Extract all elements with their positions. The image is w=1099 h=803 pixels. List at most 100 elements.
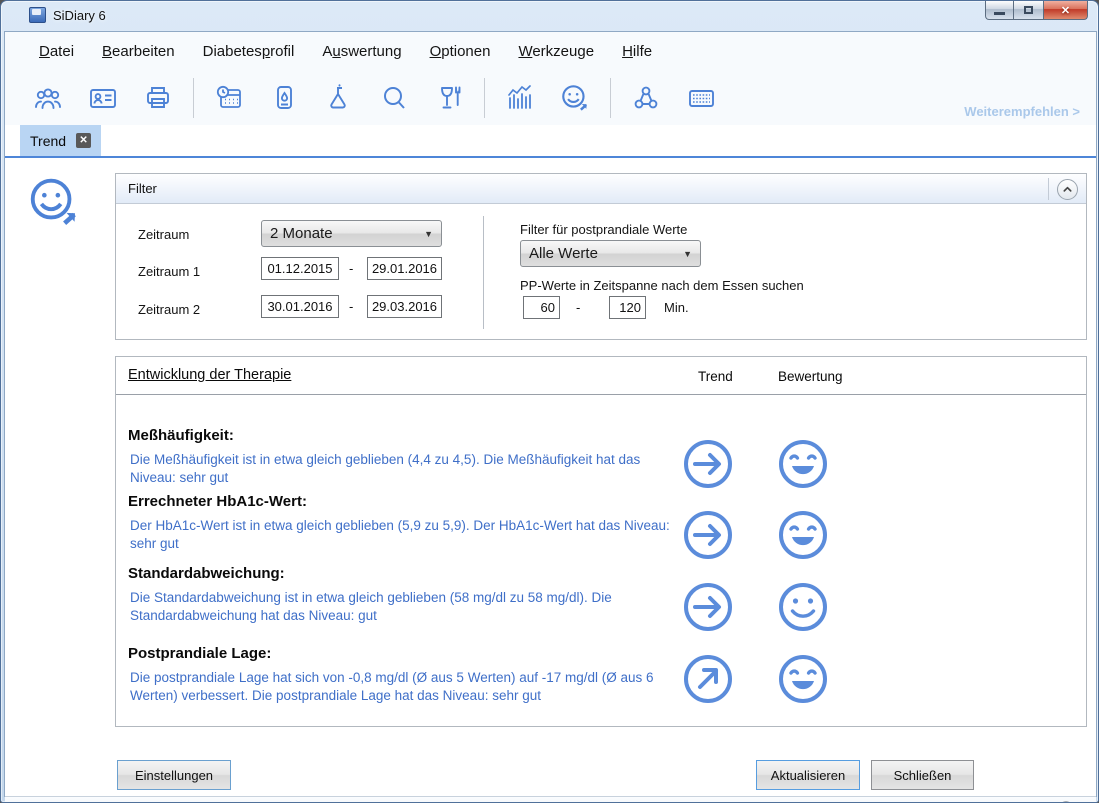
- row-title-hba1c: Errechneter HbA1c-Wert:: [128, 493, 307, 510]
- rating-smiley-laugh-icon: [777, 438, 829, 490]
- row-text: Der HbA1c-Wert ist in etwa gleich geblie…: [130, 517, 675, 553]
- nutrition-icon: [434, 83, 464, 113]
- refresh-button[interactable]: Aktualisieren: [756, 760, 860, 790]
- filter-panel: Filter Zeitraum 2 Monate ▼ Zeitraum 1 01…: [115, 173, 1087, 340]
- trend-button[interactable]: [552, 78, 598, 118]
- pp-unit-label: Min.: [664, 300, 689, 315]
- zeitraum2-label: Zeitraum 2: [138, 302, 200, 317]
- pp-max-input[interactable]: 120: [609, 296, 646, 319]
- zeitraum2-from-input[interactable]: 30.01.2016: [261, 295, 339, 318]
- nutrition-button[interactable]: [426, 78, 472, 118]
- pp-filter-select[interactable]: Alle Werte ▼: [520, 240, 701, 267]
- row-title-standardabweichung: Standardabweichung:: [128, 565, 285, 582]
- menu-datei[interactable]: Datei: [27, 39, 86, 64]
- zeitraum-label: Zeitraum: [138, 227, 189, 242]
- filter-title: Filter: [128, 181, 157, 196]
- trend-column-header: Trend: [698, 369, 733, 384]
- row-title-messhaeufigkeit: Meßhäufigkeit:: [128, 427, 234, 444]
- chevron-up-icon: [1062, 184, 1073, 195]
- keyboard-icon: [686, 83, 716, 113]
- search-button[interactable]: [371, 78, 417, 118]
- menu-bearbeiten[interactable]: Bearbeiten: [90, 39, 187, 64]
- menu-optionen[interactable]: Optionen: [418, 39, 503, 64]
- tab-close-icon[interactable]: ✕: [76, 133, 91, 148]
- patients-button[interactable]: [25, 78, 71, 118]
- menu-auswertung[interactable]: Auswertung: [310, 39, 413, 64]
- pp-filter-selected-value: Alle Werte: [529, 245, 683, 262]
- share-sync-button[interactable]: [623, 78, 669, 118]
- trend-smiley-icon: [559, 83, 591, 113]
- zeitraum2-to-input[interactable]: 29.03.2016: [367, 295, 442, 318]
- rating-smiley-laugh-icon: [777, 509, 829, 561]
- zeitraum1-from-input[interactable]: 01.12.2015: [261, 257, 339, 280]
- toolbar-separator: [610, 78, 611, 118]
- header-rule: [116, 394, 1086, 395]
- close-tab-button[interactable]: Schließen: [871, 760, 974, 790]
- toolbar: [5, 70, 1096, 125]
- row-text: Die Standardabweichung ist in etwa gleic…: [130, 589, 675, 625]
- trend-page: Filter Zeitraum 2 Monate ▼ Zeitraum 1 01…: [5, 158, 1096, 766]
- zeitraum1-label: Zeitraum 1: [138, 264, 200, 279]
- tab-bar: Trend ✕: [5, 125, 1096, 156]
- zeitraum1-to-input[interactable]: 29.01.2016: [367, 257, 442, 280]
- keyboard-entry-button[interactable]: [678, 78, 724, 118]
- contact-card-icon: [88, 83, 118, 113]
- tab-label: Trend: [30, 133, 66, 149]
- zeitraum-selected-value: 2 Monate: [270, 225, 424, 242]
- maximize-icon: [1024, 6, 1033, 14]
- filter-header: Filter: [116, 174, 1086, 204]
- patient-data-button[interactable]: [80, 78, 126, 118]
- page-trend-smiley-icon: [25, 174, 83, 235]
- device-import-button[interactable]: [261, 78, 307, 118]
- date-range-dash: -: [349, 299, 353, 314]
- pp-min-input[interactable]: 60: [523, 296, 560, 319]
- zeitraum-select[interactable]: 2 Monate ▼: [261, 220, 442, 247]
- statistics-icon: [505, 83, 535, 113]
- menu-bar: Datei Bearbeiten Diabetesprofil Auswertu…: [5, 32, 1096, 70]
- toolbar-separator: [193, 78, 194, 118]
- search-icon: [379, 83, 409, 113]
- settings-button[interactable]: Einstellungen: [117, 760, 231, 790]
- header-separator: [1048, 178, 1049, 200]
- rating-smiley-smile-icon: [777, 581, 829, 633]
- printer-icon: [143, 83, 173, 113]
- statistics-button[interactable]: [497, 78, 543, 118]
- window-title: SiDiary 6: [53, 8, 106, 23]
- rating-column-header: Bewertung: [778, 369, 843, 384]
- tab-trend[interactable]: Trend ✕: [20, 125, 101, 156]
- menu-werkzeuge[interactable]: Werkzeuge: [506, 39, 606, 64]
- chevron-down-icon: ▼: [683, 249, 692, 259]
- print-button[interactable]: [135, 78, 181, 118]
- trend-arrow-up-right-icon: [682, 653, 734, 705]
- share-icon: [631, 83, 661, 113]
- calendar-clock-icon: [214, 83, 244, 113]
- row-text: Die Meßhäufigkeit ist in etwa gleich geb…: [130, 451, 675, 487]
- close-icon: ✕: [1061, 4, 1070, 17]
- minimize-button[interactable]: [985, 1, 1014, 20]
- app-window: SiDiary 6 ✕ Datei Bearbeiten Diabetespro…: [0, 0, 1099, 803]
- diary-button[interactable]: [206, 78, 252, 118]
- users-icon: [33, 84, 63, 112]
- row-text: Die postprandiale Lage hat sich von -0,8…: [130, 669, 675, 705]
- row-title-postprandiale-lage: Postprandiale Lage:: [128, 645, 271, 662]
- recommend-link[interactable]: Weiterempfehlen >: [964, 104, 1080, 119]
- close-button[interactable]: ✕: [1043, 1, 1088, 20]
- maximize-button[interactable]: [1014, 1, 1043, 20]
- chevron-down-icon: ▼: [424, 229, 433, 239]
- therapy-title: Entwicklung der Therapie: [128, 367, 291, 383]
- collapse-filter-button[interactable]: [1057, 179, 1078, 200]
- lab-values-button[interactable]: [316, 78, 362, 118]
- pp-filter-label: Filter für postprandiale Werte: [520, 222, 687, 237]
- trend-arrow-right-icon: [682, 438, 734, 490]
- lab-flask-icon: [324, 83, 354, 113]
- minimize-icon: [994, 12, 1005, 15]
- therapy-panel: Entwicklung der Therapie Trend Bewertung…: [115, 356, 1087, 727]
- menu-hilfe[interactable]: Hilfe: [610, 39, 664, 64]
- toolbar-separator: [484, 78, 485, 118]
- glucose-meter-icon: [269, 83, 299, 113]
- date-range-dash: -: [349, 261, 353, 276]
- title-bar[interactable]: SiDiary 6 ✕: [1, 1, 1098, 31]
- rating-smiley-laugh-icon: [777, 653, 829, 705]
- app-logo-icon: [29, 7, 46, 23]
- menu-diabetesprofil[interactable]: Diabetesprofil: [191, 39, 307, 64]
